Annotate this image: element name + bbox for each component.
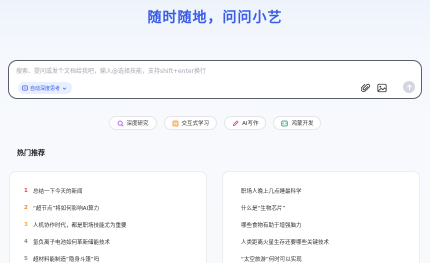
quick-action-harmony-dev[interactable]: 鸿蒙开发	[273, 116, 322, 130]
quick-action-learning[interactable]: 交互式学习	[163, 116, 218, 130]
chat-composer[interactable]: 自动深度思考	[8, 60, 422, 99]
trending-panel-right: 职场人晚上几点睡最科学 什么是“生物芯片” 哪些食物有助于增强脑力 人类距离火星…	[222, 171, 420, 263]
trending-item-text: 人机协作时代，都是职场技能尤为重要	[33, 222, 127, 229]
code-icon	[281, 120, 289, 127]
trending-item[interactable]: 人类距离火星生存还要哪些关键技术	[223, 233, 419, 250]
deep-think-icon	[22, 85, 28, 91]
deep-think-label: 自动深度思考	[30, 85, 61, 92]
trending-item-text: 超材料能制造“隐身斗篷”吗	[33, 256, 100, 263]
quick-action-label: AI写作	[242, 121, 259, 127]
section-title: 热门推荐	[17, 149, 45, 157]
trending-item[interactable]: 什么是“生物芯片”	[223, 199, 419, 216]
book-icon	[172, 120, 179, 127]
trending-item-text: 哪些食物有助于增强脑力	[241, 222, 302, 229]
page: 随时随地，问问小艺 自动深度思考	[0, 0, 430, 263]
rank-number: 1	[24, 187, 28, 194]
image-icon[interactable]	[376, 82, 387, 93]
trending-item[interactable]: 4 氢负离子电池如何革新储能技术	[10, 233, 206, 250]
rank-number: 3	[24, 221, 28, 228]
quick-action-label: 深度研究	[126, 121, 149, 127]
quick-action-label: 交互式学习	[181, 121, 210, 127]
chevron-down-icon	[62, 86, 67, 91]
trending-item-text: 什么是“生物芯片”	[241, 205, 286, 212]
trending-item[interactable]: 职场人晚上几点睡最科学	[223, 182, 419, 199]
trending-panel-left: 1 总结一下今天的新闻 2 “超节点”将如何影响AI算力 3 人机协作时代，都是…	[9, 171, 207, 263]
send-arrow-icon	[406, 83, 412, 90]
trending-item-text: 总结一下今天的新闻	[33, 188, 83, 195]
quick-action-label: 鸿蒙开发	[291, 121, 314, 127]
quick-action-research[interactable]: 深度研究	[108, 116, 157, 130]
rank-number: 5	[24, 255, 28, 262]
quick-actions: 深度研究 交互式学习 AI写作 鸿蒙开发	[0, 116, 430, 130]
paperclip-icon[interactable]	[360, 82, 371, 93]
rank-number: 4	[24, 238, 28, 245]
chat-input[interactable]	[16, 66, 356, 76]
pen-icon	[232, 119, 239, 127]
trending-item-text: 人类距离火星生存还要哪些关键技术	[241, 239, 330, 246]
trending-item[interactable]: 2 “超节点”将如何影响AI算力	[10, 199, 206, 216]
deep-think-toggle[interactable]: 自动深度思考	[18, 82, 73, 94]
rank-number: 2	[24, 204, 28, 211]
research-icon	[117, 120, 124, 127]
trending-item-text: “太空旅游”何时可以实现	[241, 256, 302, 263]
trending-item[interactable]: 1 总结一下今天的新闻	[10, 182, 206, 199]
trending-item[interactable]: 3 人机协作时代，都是职场技能尤为重要	[10, 216, 206, 233]
hero-title: 随时随地，问问小艺	[147, 10, 283, 26]
trending-item[interactable]: 哪些食物有助于增强脑力	[223, 216, 419, 233]
send-button[interactable]	[403, 81, 415, 93]
trending-item[interactable]: “太空旅游”何时可以实现	[223, 250, 419, 263]
trending-item[interactable]: 5 超材料能制造“隐身斗篷”吗	[10, 250, 206, 263]
trending-item-text: 氢负离子电池如何革新储能技术	[33, 239, 111, 246]
quick-action-ai-writing[interactable]: AI写作	[224, 116, 267, 130]
trending-item-text: 职场人晚上几点睡最科学	[241, 188, 302, 195]
trending-item-text: “超节点”将如何影响AI算力	[33, 205, 100, 212]
